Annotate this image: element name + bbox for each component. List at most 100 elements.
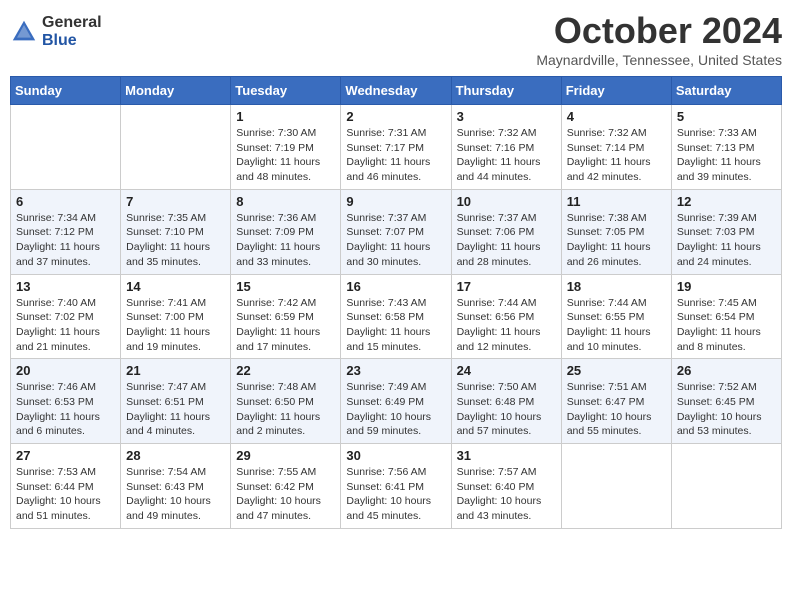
day-number: 2 — [346, 109, 445, 124]
calendar-cell — [671, 444, 781, 529]
day-header-wednesday: Wednesday — [341, 77, 451, 105]
logo-text: General Blue — [42, 14, 102, 49]
day-number: 10 — [457, 194, 556, 209]
day-info: Sunrise: 7:56 AMSunset: 6:41 PMDaylight:… — [346, 465, 445, 524]
day-info: Sunrise: 7:31 AMSunset: 7:17 PMDaylight:… — [346, 126, 445, 185]
day-info: Sunrise: 7:32 AMSunset: 7:16 PMDaylight:… — [457, 126, 556, 185]
day-info: Sunrise: 7:39 AMSunset: 7:03 PMDaylight:… — [677, 211, 776, 270]
day-info: Sunrise: 7:44 AMSunset: 6:56 PMDaylight:… — [457, 296, 556, 355]
calendar-cell: 15 Sunrise: 7:42 AMSunset: 6:59 PMDayligh… — [231, 274, 341, 359]
day-number: 26 — [677, 363, 776, 378]
calendar-cell: 3 Sunrise: 7:32 AMSunset: 7:16 PMDaylight… — [451, 105, 561, 190]
calendar-body: 1 Sunrise: 7:30 AMSunset: 7:19 PMDaylight… — [11, 105, 782, 529]
day-number: 7 — [126, 194, 225, 209]
day-info: Sunrise: 7:42 AMSunset: 6:59 PMDaylight:… — [236, 296, 335, 355]
day-number: 27 — [16, 448, 115, 463]
calendar-week-0: 1 Sunrise: 7:30 AMSunset: 7:19 PMDaylight… — [11, 105, 782, 190]
calendar-cell: 6Sunrise: 7:34 AMSunset: 7:12 PMDaylight… — [11, 189, 121, 274]
calendar-cell: 14Sunrise: 7:41 AMSunset: 7:00 PMDayligh… — [121, 274, 231, 359]
day-header-thursday: Thursday — [451, 77, 561, 105]
day-info: Sunrise: 7:41 AMSunset: 7:00 PMDaylight:… — [126, 296, 225, 355]
calendar-cell: 16 Sunrise: 7:43 AMSunset: 6:58 PMDayligh… — [341, 274, 451, 359]
logo-icon — [10, 18, 38, 46]
day-number: 22 — [236, 363, 335, 378]
day-number: 3 — [457, 109, 556, 124]
day-number: 1 — [236, 109, 335, 124]
day-info: Sunrise: 7:54 AMSunset: 6:43 PMDaylight:… — [126, 465, 225, 524]
day-info: Sunrise: 7:37 AMSunset: 7:07 PMDaylight:… — [346, 211, 445, 270]
calendar-cell: 29Sunrise: 7:55 AMSunset: 6:42 PMDayligh… — [231, 444, 341, 529]
calendar-cell: 8Sunrise: 7:36 AMSunset: 7:09 PMDaylight… — [231, 189, 341, 274]
day-info: Sunrise: 7:51 AMSunset: 6:47 PMDaylight:… — [567, 380, 666, 439]
day-info: Sunrise: 7:34 AMSunset: 7:12 PMDaylight:… — [16, 211, 115, 270]
day-number: 24 — [457, 363, 556, 378]
calendar-header: SundayMondayTuesdayWednesdayThursdayFrid… — [11, 77, 782, 105]
calendar-cell: 19Sunrise: 7:45 AMSunset: 6:54 PMDayligh… — [671, 274, 781, 359]
day-info: Sunrise: 7:43 AMSunset: 6:58 PMDaylight:… — [346, 296, 445, 355]
day-info: Sunrise: 7:45 AMSunset: 6:54 PMDaylight:… — [677, 296, 776, 355]
calendar-cell: 11Sunrise: 7:38 AMSunset: 7:05 PMDayligh… — [561, 189, 671, 274]
day-info: Sunrise: 7:36 AMSunset: 7:09 PMDaylight:… — [236, 211, 335, 270]
day-number: 12 — [677, 194, 776, 209]
day-number: 11 — [567, 194, 666, 209]
logo-blue-text: Blue — [42, 32, 102, 50]
month-title: October 2024 — [536, 10, 782, 52]
day-info: Sunrise: 7:53 AMSunset: 6:44 PMDaylight:… — [16, 465, 115, 524]
calendar-cell: 12 Sunrise: 7:39 AMSunset: 7:03 PMDayligh… — [671, 189, 781, 274]
day-number: 23 — [346, 363, 445, 378]
day-number: 17 — [457, 279, 556, 294]
day-number: 28 — [126, 448, 225, 463]
day-info: Sunrise: 7:52 AMSunset: 6:45 PMDaylight:… — [677, 380, 776, 439]
calendar-cell: 13 Sunrise: 7:40 AMSunset: 7:02 PMDayligh… — [11, 274, 121, 359]
calendar-cell: 23 Sunrise: 7:49 AMSunset: 6:49 PMDayligh… — [341, 359, 451, 444]
day-info: Sunrise: 7:37 AMSunset: 7:06 PMDaylight:… — [457, 211, 556, 270]
calendar-cell: 7Sunrise: 7:35 AMSunset: 7:10 PMDaylight… — [121, 189, 231, 274]
header: General Blue October 2024 Maynardville, … — [10, 10, 782, 68]
calendar-cell: 31 Sunrise: 7:57 AMSunset: 6:40 PMDayligh… — [451, 444, 561, 529]
calendar-cell: 21Sunrise: 7:47 AMSunset: 6:51 PMDayligh… — [121, 359, 231, 444]
calendar-cell: 26 Sunrise: 7:52 AMSunset: 6:45 PMDayligh… — [671, 359, 781, 444]
calendar-week-2: 13 Sunrise: 7:40 AMSunset: 7:02 PMDayligh… — [11, 274, 782, 359]
calendar-cell: 25 Sunrise: 7:51 AMSunset: 6:47 PMDayligh… — [561, 359, 671, 444]
calendar-week-1: 6Sunrise: 7:34 AMSunset: 7:12 PMDaylight… — [11, 189, 782, 274]
calendar-cell: 5Sunrise: 7:33 AMSunset: 7:13 PMDaylight… — [671, 105, 781, 190]
day-info: Sunrise: 7:50 AMSunset: 6:48 PMDaylight:… — [457, 380, 556, 439]
day-header-sunday: Sunday — [11, 77, 121, 105]
day-info: Sunrise: 7:33 AMSunset: 7:13 PMDaylight:… — [677, 126, 776, 185]
day-info: Sunrise: 7:44 AMSunset: 6:55 PMDaylight:… — [567, 296, 666, 355]
day-header-monday: Monday — [121, 77, 231, 105]
day-number: 30 — [346, 448, 445, 463]
calendar-week-4: 27 Sunrise: 7:53 AMSunset: 6:44 PMDayligh… — [11, 444, 782, 529]
calendar-cell: 1 Sunrise: 7:30 AMSunset: 7:19 PMDaylight… — [231, 105, 341, 190]
logo-general-text: General — [42, 14, 102, 32]
title-area: October 2024 Maynardville, Tennessee, Un… — [536, 10, 782, 68]
day-info: Sunrise: 7:47 AMSunset: 6:51 PMDaylight:… — [126, 380, 225, 439]
calendar-week-3: 20Sunrise: 7:46 AMSunset: 6:53 PMDayligh… — [11, 359, 782, 444]
logo: General Blue — [10, 14, 102, 49]
day-number: 31 — [457, 448, 556, 463]
day-number: 25 — [567, 363, 666, 378]
day-info: Sunrise: 7:57 AMSunset: 6:40 PMDaylight:… — [457, 465, 556, 524]
calendar-cell — [11, 105, 121, 190]
calendar-cell: 9 Sunrise: 7:37 AMSunset: 7:07 PMDaylight… — [341, 189, 451, 274]
header-row: SundayMondayTuesdayWednesdayThursdayFrid… — [11, 77, 782, 105]
day-number: 13 — [16, 279, 115, 294]
calendar-cell: 22 Sunrise: 7:48 AMSunset: 6:50 PMDayligh… — [231, 359, 341, 444]
day-info: Sunrise: 7:46 AMSunset: 6:53 PMDaylight:… — [16, 380, 115, 439]
day-header-friday: Friday — [561, 77, 671, 105]
day-number: 29 — [236, 448, 335, 463]
calendar-cell: 10 Sunrise: 7:37 AMSunset: 7:06 PMDayligh… — [451, 189, 561, 274]
day-info: Sunrise: 7:40 AMSunset: 7:02 PMDaylight:… — [16, 296, 115, 355]
day-number: 16 — [346, 279, 445, 294]
day-number: 15 — [236, 279, 335, 294]
day-number: 18 — [567, 279, 666, 294]
calendar-cell: 17 Sunrise: 7:44 AMSunset: 6:56 PMDayligh… — [451, 274, 561, 359]
day-info: Sunrise: 7:49 AMSunset: 6:49 PMDaylight:… — [346, 380, 445, 439]
day-number: 9 — [346, 194, 445, 209]
day-info: Sunrise: 7:48 AMSunset: 6:50 PMDaylight:… — [236, 380, 335, 439]
location-title: Maynardville, Tennessee, United States — [536, 52, 782, 68]
day-header-tuesday: Tuesday — [231, 77, 341, 105]
day-number: 4 — [567, 109, 666, 124]
day-info: Sunrise: 7:32 AMSunset: 7:14 PMDaylight:… — [567, 126, 666, 185]
day-info: Sunrise: 7:30 AMSunset: 7:19 PMDaylight:… — [236, 126, 335, 185]
